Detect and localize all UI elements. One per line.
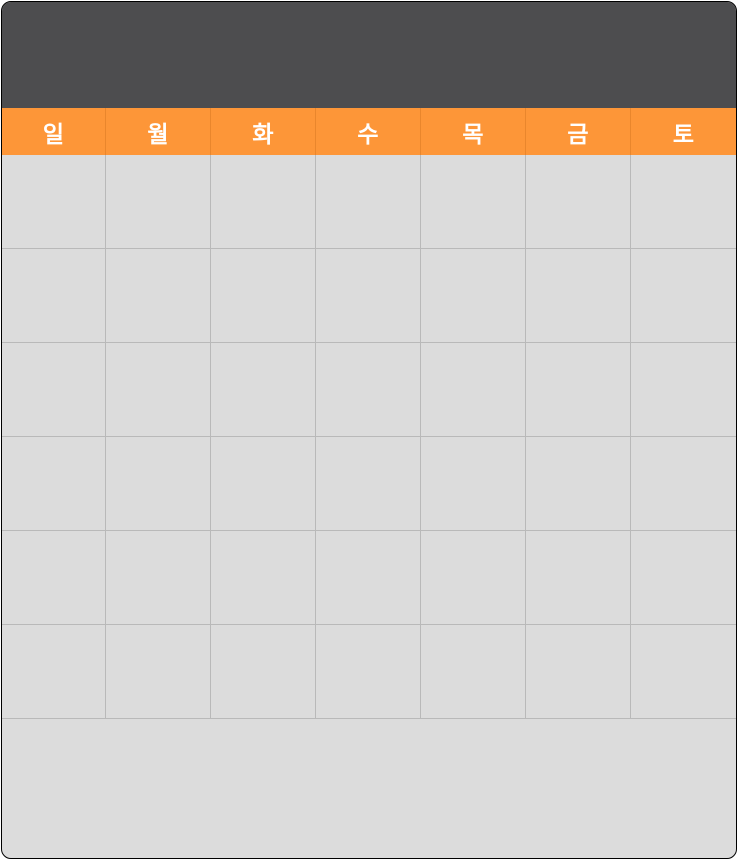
weekday-tuesday: 화 (211, 108, 316, 155)
day-cell[interactable] (526, 249, 631, 343)
weekday-friday: 금 (526, 108, 631, 155)
weekday-wednesday: 수 (316, 108, 421, 155)
day-cell[interactable] (421, 249, 526, 343)
day-cell[interactable] (631, 249, 736, 343)
day-cell[interactable] (211, 625, 316, 719)
day-cell[interactable] (2, 343, 106, 437)
day-cell[interactable] (106, 531, 211, 625)
day-cell[interactable] (526, 343, 631, 437)
day-cell[interactable] (421, 437, 526, 531)
day-cell[interactable] (2, 531, 106, 625)
day-cell[interactable] (526, 155, 631, 249)
day-cell[interactable] (211, 437, 316, 531)
day-cell[interactable] (631, 155, 736, 249)
calendar: 일 월 화 수 목 금 토 (1, 1, 737, 859)
day-cell[interactable] (421, 343, 526, 437)
day-cell[interactable] (211, 249, 316, 343)
day-cell[interactable] (106, 249, 211, 343)
day-cell[interactable] (631, 343, 736, 437)
day-cell[interactable] (421, 531, 526, 625)
day-cell[interactable] (211, 343, 316, 437)
day-cell[interactable] (2, 155, 106, 249)
day-grid (2, 155, 736, 719)
day-cell[interactable] (316, 531, 421, 625)
day-cell[interactable] (316, 155, 421, 249)
day-cell[interactable] (316, 343, 421, 437)
day-cell[interactable] (421, 625, 526, 719)
weekday-thursday: 목 (421, 108, 526, 155)
weekday-monday: 월 (106, 108, 211, 155)
weekday-header-row: 일 월 화 수 목 금 토 (2, 108, 736, 155)
day-cell[interactable] (631, 437, 736, 531)
day-cell[interactable] (421, 155, 526, 249)
day-cell[interactable] (526, 437, 631, 531)
calendar-header (2, 2, 736, 108)
weekday-saturday: 토 (672, 121, 695, 148)
day-cell[interactable] (106, 155, 211, 249)
day-cell[interactable] (526, 531, 631, 625)
day-cell[interactable] (316, 437, 421, 531)
day-cell[interactable] (631, 531, 736, 625)
day-cell[interactable] (631, 625, 736, 719)
day-cell[interactable] (526, 625, 631, 719)
day-cell[interactable] (106, 625, 211, 719)
weekday-sunday: 일 (2, 108, 106, 155)
day-cell[interactable] (106, 343, 211, 437)
day-cell[interactable] (106, 437, 211, 531)
day-cell[interactable] (316, 625, 421, 719)
day-cell[interactable] (211, 531, 316, 625)
day-cell[interactable] (2, 625, 106, 719)
day-cell[interactable] (316, 249, 421, 343)
day-cell[interactable] (2, 249, 106, 343)
day-cell[interactable] (211, 155, 316, 249)
day-cell[interactable] (2, 437, 106, 531)
